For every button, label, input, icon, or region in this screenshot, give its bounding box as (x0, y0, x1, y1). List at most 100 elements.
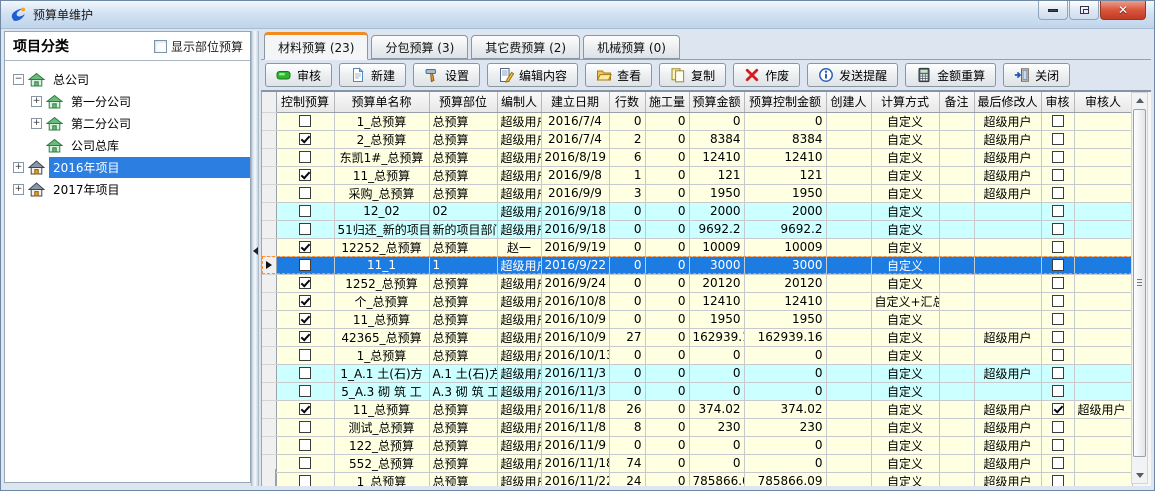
audited-checkbox[interactable] (1052, 151, 1064, 163)
collapse-box-icon[interactable]: − (13, 74, 24, 85)
audited-checkbox[interactable] (1052, 367, 1064, 379)
column-header[interactable]: 预算单名称 (334, 92, 429, 112)
audited-checkbox[interactable] (1052, 115, 1064, 127)
control-budget-checkbox[interactable] (299, 439, 311, 451)
expand-box-icon[interactable]: + (13, 184, 24, 195)
control-budget-checkbox[interactable] (299, 115, 311, 127)
audited-checkbox[interactable] (1052, 403, 1064, 415)
control-budget-checkbox[interactable] (299, 367, 311, 379)
column-header[interactable]: 预算部位 (429, 92, 497, 112)
scroll-up-button[interactable] (1132, 93, 1147, 108)
audit-button[interactable]: 审核 (265, 63, 332, 87)
minimize-button[interactable] (1038, 1, 1068, 20)
column-header[interactable]: 审核人 (1074, 92, 1132, 112)
control-budget-checkbox[interactable] (299, 421, 311, 433)
expand-box-icon[interactable]: + (31, 96, 42, 107)
tree-item-branch-1[interactable]: +第一分公司 (5, 90, 250, 112)
tree-item-project-2017[interactable]: +2017年项目 (5, 178, 250, 200)
new-button[interactable]: 新建 (339, 63, 406, 87)
audited-checkbox[interactable] (1052, 277, 1064, 289)
expand-box-icon[interactable]: + (13, 162, 24, 173)
column-header[interactable]: 控制预算 (276, 92, 334, 112)
table-row[interactable]: 51归还_新的项目新的项目部门超级用户2016/9/18009692.29692… (262, 220, 1132, 238)
control-budget-checkbox[interactable] (299, 349, 311, 361)
maximize-button[interactable] (1069, 1, 1099, 20)
recalc-amount-button[interactable]: 金额重算 (905, 63, 996, 87)
table-row[interactable]: 11_总预算总预算超级用户2016/11/8260374.02374.02自定义… (262, 400, 1132, 418)
tree-item-branch-2[interactable]: +第二分公司 (5, 112, 250, 134)
edit-content-button[interactable]: 编辑内容 (487, 63, 578, 87)
close-button[interactable]: 关闭 (1003, 63, 1070, 87)
collapse-left-icon[interactable] (253, 247, 258, 255)
table-row[interactable]: 测试_总预算总预算超级用户2016/11/880230230自定义超级用户 (262, 418, 1132, 436)
table-row[interactable]: 1_A.1 土(石)方A.1 土(石)方超级用户2016/11/30000自定义… (262, 364, 1132, 382)
column-header[interactable]: 施工量 (645, 92, 689, 112)
copy-button[interactable]: 复制 (659, 63, 726, 87)
table-row[interactable]: 2_总预算总预算超级用户2016/7/42083848384自定义超级用户 (262, 130, 1132, 148)
void-button[interactable]: 作废 (733, 63, 800, 87)
table-row[interactable]: 12_0202超级用户2016/9/180020002000自定义 (262, 202, 1132, 220)
audited-checkbox[interactable] (1052, 475, 1064, 486)
audited-checkbox[interactable] (1052, 295, 1064, 307)
audited-checkbox[interactable] (1052, 187, 1064, 199)
table-row[interactable]: 个_总预算总预算超级用户2016/10/8001241012410自定义+汇总 (262, 292, 1132, 310)
control-budget-checkbox[interactable] (299, 259, 311, 271)
column-header[interactable]: 行数 (609, 92, 645, 112)
control-budget-checkbox[interactable] (299, 475, 311, 486)
table-row[interactable]: 11_总预算总预算超级用户2016/10/90019501950自定义 (262, 310, 1132, 328)
table-row[interactable]: 122_总预算总预算超级用户2016/11/90000自定义超级用户 (262, 436, 1132, 454)
column-header[interactable]: 编制人 (497, 92, 541, 112)
table-row[interactable]: 11_总预算总预算超级用户2016/9/810121121自定义超级用户 (262, 166, 1132, 184)
column-header[interactable]: 审核 (1041, 92, 1074, 112)
scroll-thumb[interactable] (1133, 109, 1146, 457)
control-budget-checkbox[interactable] (299, 169, 311, 181)
control-budget-checkbox[interactable] (299, 223, 311, 235)
tree-item-company-hq[interactable]: −总公司 (5, 68, 250, 90)
control-budget-checkbox[interactable] (299, 457, 311, 469)
control-budget-checkbox[interactable] (299, 313, 311, 325)
column-header[interactable]: 预算金额 (689, 92, 744, 112)
audited-checkbox[interactable] (1052, 385, 1064, 397)
control-budget-checkbox[interactable] (299, 403, 311, 415)
column-header[interactable]: 备注 (939, 92, 974, 112)
audited-checkbox[interactable] (1052, 313, 1064, 325)
audited-checkbox[interactable] (1052, 169, 1064, 181)
audited-checkbox[interactable] (1052, 421, 1064, 433)
tab-machinery-budget[interactable]: 机械预算 (0) (583, 35, 680, 59)
table-row[interactable]: 5_A.3 砌 筑 工A.3 砌 筑 工超级用户2016/11/30000自定义 (262, 382, 1132, 400)
expand-box-icon[interactable]: + (31, 118, 42, 129)
control-budget-checkbox[interactable] (299, 385, 311, 397)
column-header[interactable]: 计算方式 (871, 92, 939, 112)
scroll-down-button[interactable] (1132, 468, 1147, 483)
table-row[interactable]: 1_总预算总预算超级用户2016/11/22240785866.09785866… (262, 472, 1132, 486)
audited-checkbox[interactable] (1052, 349, 1064, 361)
show-part-budget-checkbox[interactable] (154, 40, 167, 53)
control-budget-checkbox[interactable] (299, 187, 311, 199)
table-row[interactable]: 采购_总预算总预算超级用户2016/9/93019501950自定义超级用户 (262, 184, 1132, 202)
table-row[interactable]: 1_总预算总预算超级用户2016/7/40000自定义超级用户 (262, 112, 1132, 130)
table-row[interactable]: 12252_总预算总预算赵一2016/9/19001000910009自定义 (262, 238, 1132, 256)
table-row[interactable]: 552_总预算总预算超级用户2016/11/1874000自定义超级用户 (262, 454, 1132, 472)
table-row[interactable]: 11_11超级用户2016/9/220030003000自定义 (262, 256, 1132, 274)
table-row[interactable]: 1252_总预算总预算超级用户2016/9/24002012020120自定义 (262, 274, 1132, 292)
control-budget-checkbox[interactable] (299, 241, 311, 253)
audited-checkbox[interactable] (1052, 331, 1064, 343)
column-header[interactable]: 建立日期 (541, 92, 609, 112)
control-budget-checkbox[interactable] (299, 277, 311, 289)
table-row[interactable]: 42365_总预算总预算超级用户2016/10/9270162939.16162… (262, 328, 1132, 346)
tree-item-company-library[interactable]: 公司总库 (5, 134, 250, 156)
audited-checkbox[interactable] (1052, 223, 1064, 235)
table-row[interactable]: 1_总预算总预算超级用户2016/10/130000自定义 (262, 346, 1132, 364)
settings-button[interactable]: 设置 (413, 63, 480, 87)
vertical-scrollbar[interactable] (1131, 92, 1148, 484)
show-part-budget-option[interactable]: 显示部位预算 (154, 38, 243, 55)
view-button[interactable]: 查看 (585, 63, 652, 87)
tree-item-project-2016[interactable]: +2016年项目 (5, 156, 250, 178)
control-budget-checkbox[interactable] (299, 331, 311, 343)
audited-checkbox[interactable] (1052, 439, 1064, 451)
column-header[interactable]: 创建人 (826, 92, 871, 112)
control-budget-checkbox[interactable] (299, 151, 311, 163)
tab-material-budget[interactable]: 材料预算 (23) (264, 32, 368, 60)
audited-checkbox[interactable] (1052, 241, 1064, 253)
tab-subcontract-budget[interactable]: 分包预算 (3) (371, 35, 468, 59)
